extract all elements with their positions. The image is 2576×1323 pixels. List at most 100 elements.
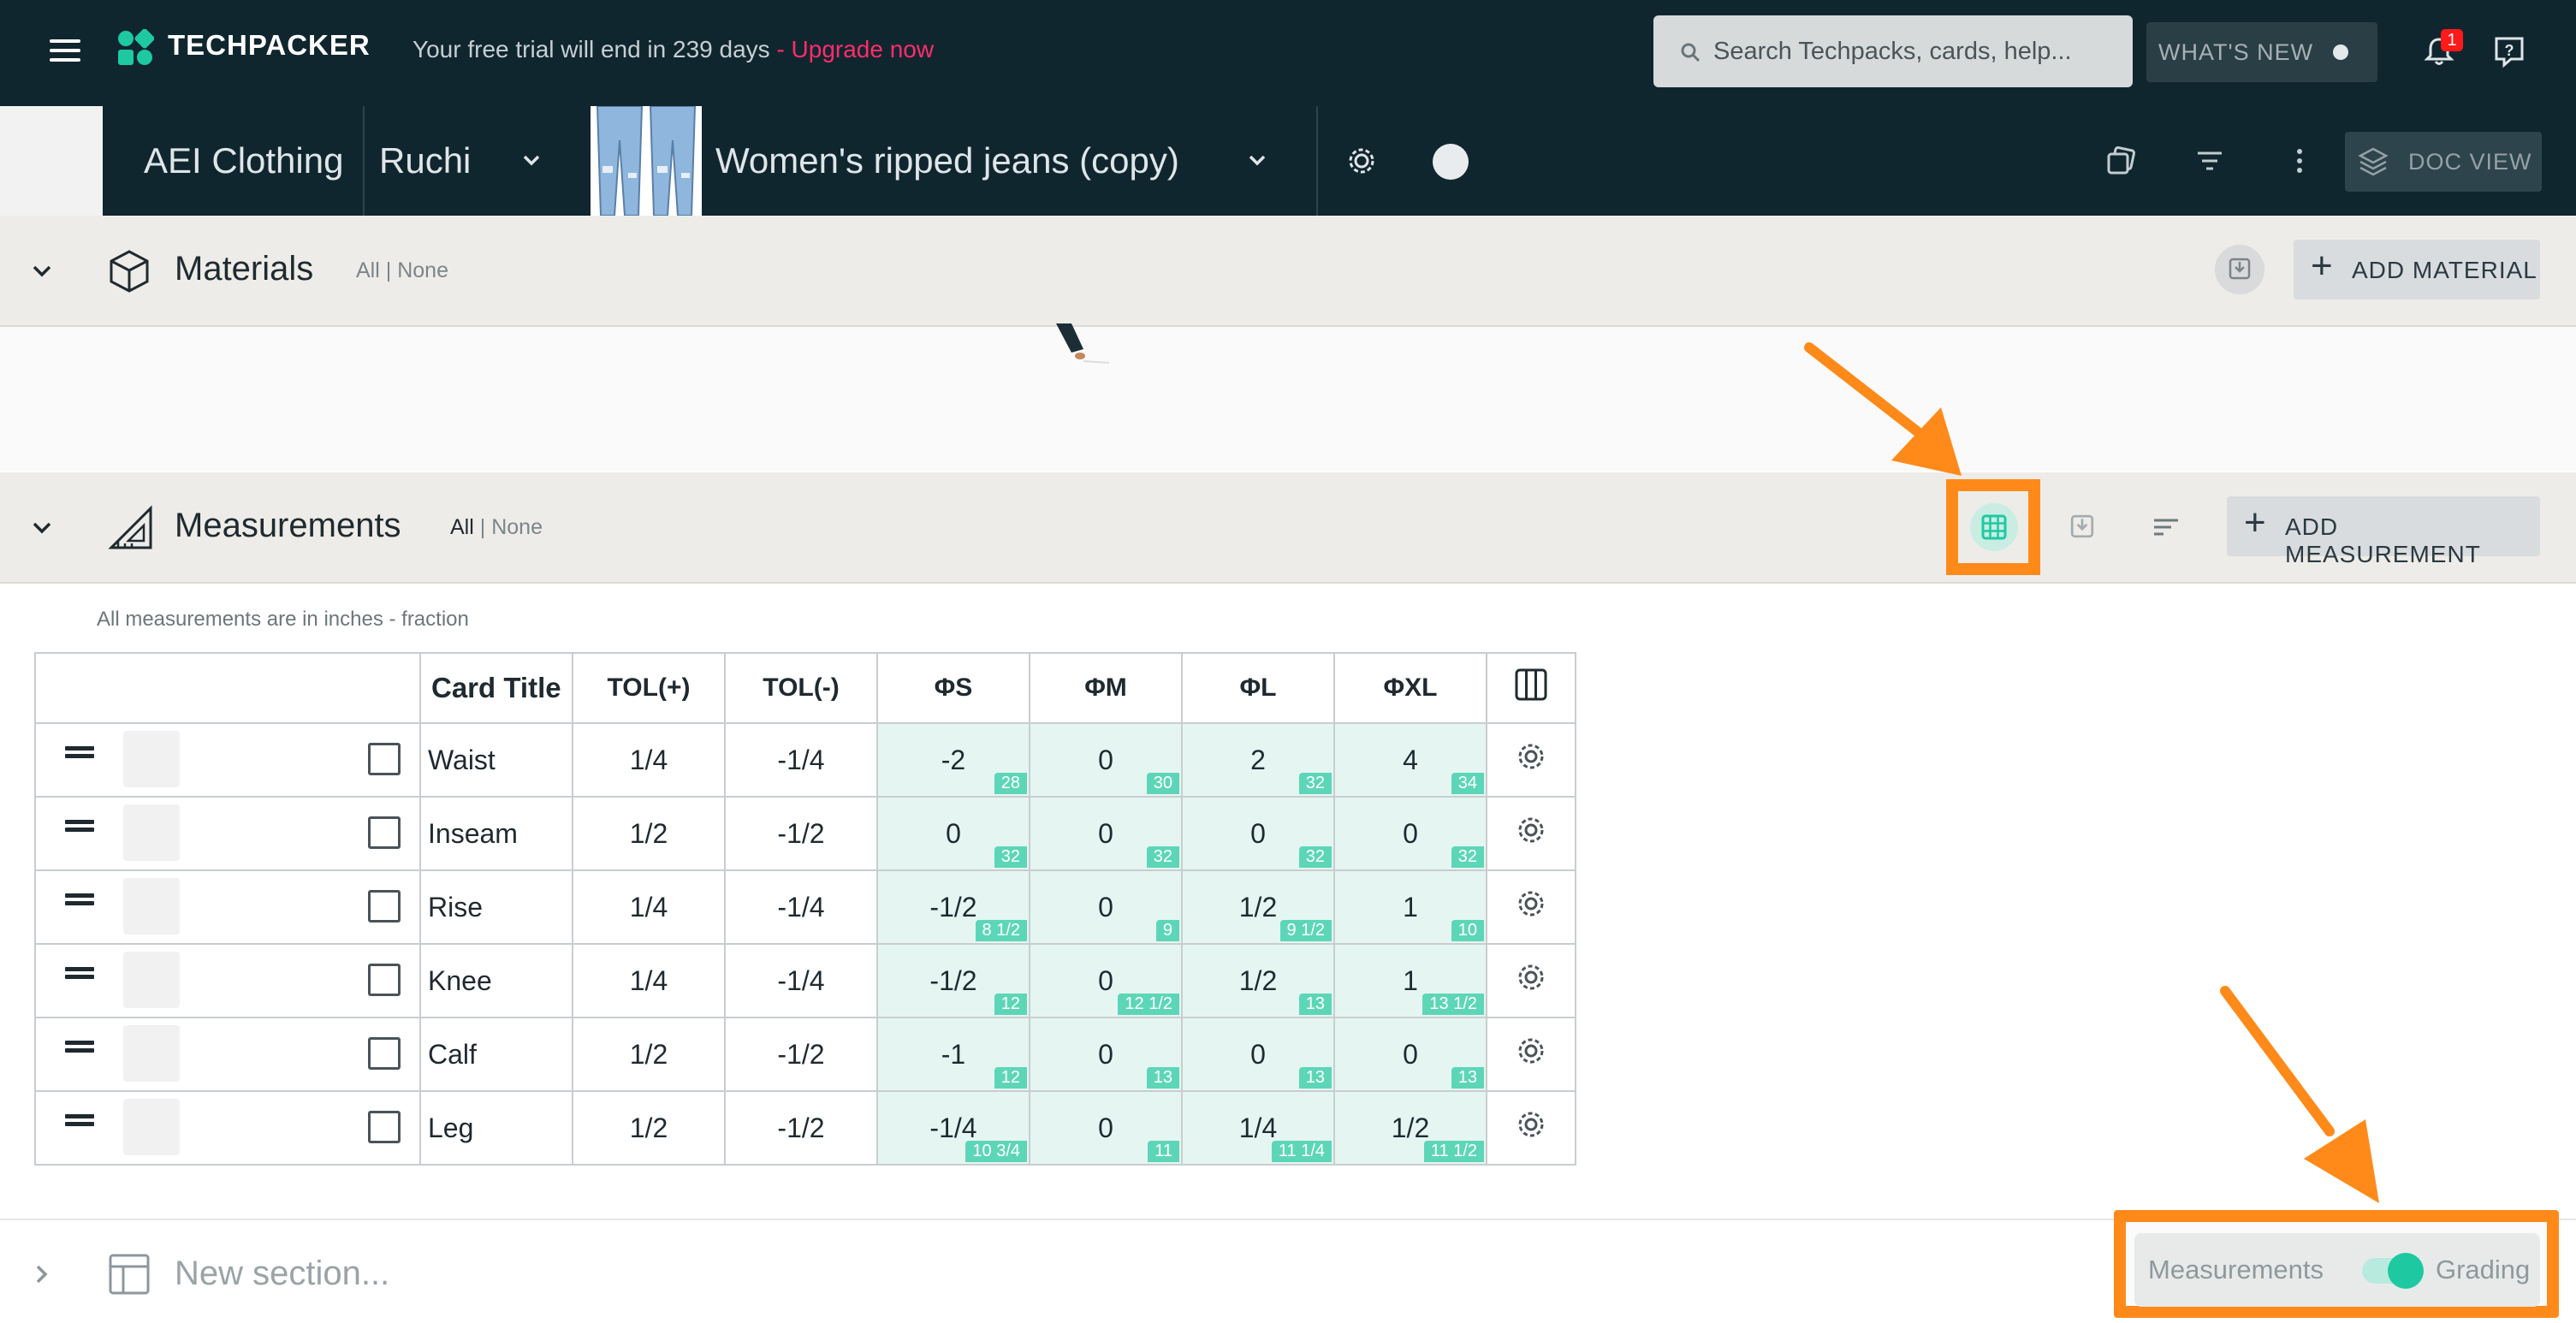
tol-plus-cell[interactable]: 1/2 xyxy=(572,1090,726,1166)
size-cell[interactable]: 1/4 11 1/4 xyxy=(1181,1090,1335,1166)
techpack-chevron-down-icon[interactable] xyxy=(1244,147,1270,173)
sort-icon[interactable] xyxy=(2152,513,2181,541)
tol-minus-cell[interactable]: -1/2 xyxy=(724,1090,878,1166)
filter-none-link[interactable]: None xyxy=(491,515,543,539)
doc-view-button[interactable]: DOC VIEW xyxy=(2345,132,2542,192)
size-cell[interactable]: 0 13 xyxy=(1181,1017,1335,1092)
collapse-chevron-down-icon[interactable] xyxy=(27,513,56,543)
size-cell[interactable]: 1 13 1/2 xyxy=(1333,943,1487,1018)
tol-plus-cell[interactable]: 1/4 xyxy=(572,722,726,798)
size-cell[interactable]: -2 28 xyxy=(876,722,1030,798)
row-checkbox[interactable] xyxy=(368,890,401,923)
size-cell[interactable]: 09 xyxy=(1029,869,1183,945)
tol-minus-cell[interactable]: -1/2 xyxy=(724,796,878,871)
drag-handle-icon[interactable] xyxy=(65,820,94,832)
card-title-cell[interactable]: Waist xyxy=(419,722,573,798)
size-cell[interactable]: 0 32 xyxy=(876,796,1030,871)
size-cell[interactable]: -1 12 xyxy=(876,1017,1030,1092)
size-cell[interactable]: 1/2 11 1/2 xyxy=(1333,1090,1487,1166)
row-checkbox[interactable] xyxy=(368,1111,401,1143)
tol-plus-cell[interactable]: 1/2 xyxy=(572,796,726,871)
tol-plus-cell[interactable]: 1/4 xyxy=(572,869,726,945)
row-checkbox[interactable] xyxy=(368,816,401,849)
row-settings-cell[interactable] xyxy=(1486,722,1576,798)
size-cell[interactable]: 0 12 1/2 xyxy=(1029,943,1183,1018)
column-header[interactable]: ΦL xyxy=(1181,652,1335,724)
row-image-placeholder[interactable] xyxy=(123,731,180,787)
size-cell[interactable]: 4 34 xyxy=(1333,722,1487,798)
more-options-icon[interactable] xyxy=(2287,145,2312,176)
add-measurement-button[interactable]: + ADD MEASUREMENT xyxy=(2227,496,2540,567)
table-row[interactable]: Inseam 1/2 -1/2 0 32 0 32 0 32 0 32 xyxy=(34,796,1576,871)
size-cell[interactable]: 1/2 9 1/2 xyxy=(1181,869,1335,945)
hamburger-menu-icon[interactable] xyxy=(48,34,82,68)
row-image-placeholder[interactable] xyxy=(123,878,180,934)
owner-chevron-down-icon[interactable] xyxy=(519,147,544,173)
drag-handle-icon[interactable] xyxy=(65,893,94,905)
product-thumbnail[interactable] xyxy=(591,106,702,216)
size-cell[interactable]: 1 10 xyxy=(1333,869,1487,945)
row-image-placeholder[interactable] xyxy=(123,804,180,861)
card-title-cell[interactable]: Rise xyxy=(419,869,573,945)
table-row[interactable]: Rise 1/4 -1/4 -1/2 8 1/2 0 9 1/2 9 1/2 1 10 xyxy=(34,869,1576,945)
new-section-input[interactable]: New section... xyxy=(175,1255,389,1293)
help-icon[interactable]: ? xyxy=(2492,34,2526,68)
tol-plus-cell[interactable]: 1/4 xyxy=(572,943,726,1018)
size-cell[interactable]: 1/2 13 xyxy=(1181,943,1335,1018)
copy-icon[interactable] xyxy=(2104,144,2138,178)
download-icon[interactable] xyxy=(2069,513,2095,539)
row-image-placeholder[interactable] xyxy=(123,1099,180,1155)
add-material-button[interactable]: + ADD MATERIAL xyxy=(2294,240,2540,300)
column-settings-header[interactable] xyxy=(1486,652,1576,724)
upgrade-link[interactable]: - Upgrade now xyxy=(776,36,934,62)
row-settings-cell[interactable] xyxy=(1486,796,1576,871)
settings-gear-icon[interactable] xyxy=(1344,144,1379,178)
techpack-title[interactable]: Women's ripped jeans (copy) xyxy=(715,140,1179,181)
column-header[interactable]: TOL(+) xyxy=(572,652,726,724)
column-header[interactable]: ΦS xyxy=(876,652,1030,724)
row-settings-cell[interactable] xyxy=(1486,943,1576,1018)
drag-handle-icon[interactable] xyxy=(65,1114,94,1126)
toggle-left-label[interactable]: Measurements xyxy=(2148,1255,2324,1285)
drag-handle-icon[interactable] xyxy=(65,967,94,979)
drag-handle-icon[interactable] xyxy=(65,1041,94,1053)
tol-minus-cell[interactable]: -1/4 xyxy=(724,943,878,1018)
size-cell[interactable]: 0 32 xyxy=(1181,796,1335,871)
collapse-chevron-down-icon[interactable] xyxy=(27,257,56,286)
filter-all-link[interactable]: All xyxy=(450,515,474,539)
size-cell[interactable]: 0 32 xyxy=(1029,796,1183,871)
card-title-cell[interactable]: Calf xyxy=(419,1017,573,1092)
filter-all-link[interactable]: All xyxy=(356,258,380,282)
column-header[interactable]: ΦM xyxy=(1029,652,1183,724)
size-cell[interactable]: -1/4 10 3/4 xyxy=(876,1090,1030,1166)
filter-icon[interactable] xyxy=(2194,145,2225,176)
row-image-placeholder[interactable] xyxy=(123,952,180,1008)
row-checkbox[interactable] xyxy=(368,964,401,996)
table-row[interactable]: Knee 1/4 -1/4 -1/2 12 0 12 1/2 1/2 13 1 13 1/2 xyxy=(34,943,1576,1018)
size-cell[interactable]: 0 13 xyxy=(1029,1017,1183,1092)
tol-minus-cell[interactable]: -1/4 xyxy=(724,722,878,798)
materials-download-button[interactable] xyxy=(2215,245,2264,294)
size-cell[interactable]: 0 32 xyxy=(1333,796,1487,871)
size-cell[interactable]: -1/2 8 1/2 xyxy=(876,869,1030,945)
column-header[interactable]: ΦXL xyxy=(1333,652,1487,724)
row-checkbox[interactable] xyxy=(368,1037,401,1070)
grid-view-button[interactable] xyxy=(1970,503,2018,551)
column-header[interactable]: TOL(-) xyxy=(724,652,878,724)
drag-handle-icon[interactable] xyxy=(65,746,94,758)
size-cell[interactable]: 0 13 xyxy=(1333,1017,1487,1092)
status-circle-icon[interactable] xyxy=(1433,144,1469,180)
toggle-right-label[interactable]: Grading xyxy=(2436,1255,2530,1285)
column-header[interactable]: Card Title xyxy=(419,652,573,724)
table-row[interactable]: Calf 1/2 -1/2 -1 12 0 13 0 13 0 13 xyxy=(34,1017,1576,1092)
card-title-cell[interactable]: Leg xyxy=(419,1090,573,1166)
expand-chevron-right-icon[interactable] xyxy=(27,1260,56,1289)
row-settings-cell[interactable] xyxy=(1486,869,1576,945)
search-box[interactable] xyxy=(1653,15,2133,87)
row-settings-cell[interactable] xyxy=(1486,1017,1576,1092)
tol-plus-cell[interactable]: 1/2 xyxy=(572,1017,726,1092)
size-cell[interactable]: 0 11 xyxy=(1029,1090,1183,1166)
search-input[interactable] xyxy=(1713,31,2116,72)
tol-minus-cell[interactable]: -1/4 xyxy=(724,869,878,945)
table-row[interactable]: Leg 1/2 -1/2 -1/4 10 3/4 0 11 1/4 11 1/4 1/2 11 1/… xyxy=(34,1090,1576,1166)
